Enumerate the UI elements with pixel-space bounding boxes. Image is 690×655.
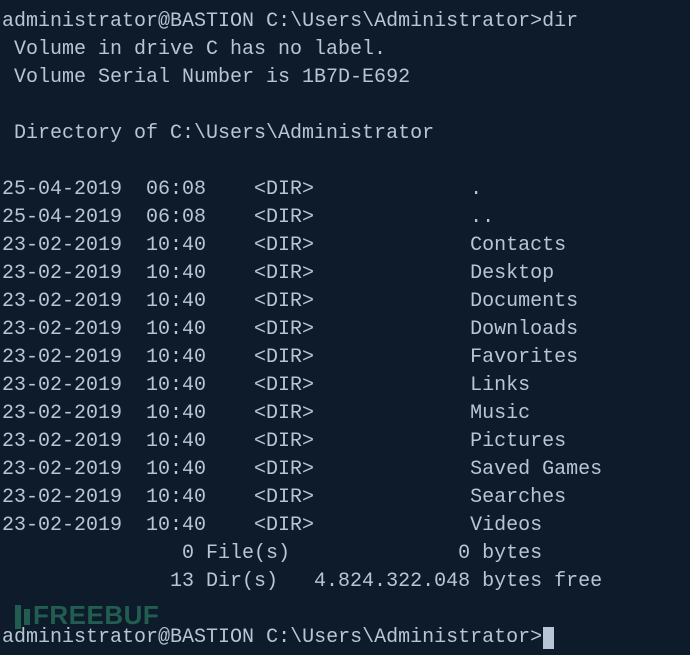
directory-of-line: Directory of C:\Users\Administrator [2, 120, 688, 148]
prompt-user-host: administrator@BASTION [2, 626, 254, 649]
dir-entry-row: 23-02-2019 10:40 <DIR> Desktop [2, 260, 688, 288]
prompt-separator: > [530, 626, 542, 649]
dir-entry-row: 25-04-2019 06:08 <DIR> .. [2, 204, 688, 232]
blank-line [2, 92, 688, 120]
prompt-user-host: administrator@BASTION [2, 10, 254, 33]
terminal-output[interactable]: administrator@BASTION C:\Users\Administr… [2, 8, 688, 652]
volume-serial-line: Volume Serial Number is 1B7D-E692 [2, 64, 688, 92]
cursor-icon [543, 627, 554, 649]
summary-files-line: 0 File(s) 0 bytes [2, 540, 688, 568]
blank-line [2, 148, 688, 176]
blank-line [2, 596, 688, 624]
dir-entry-row: 23-02-2019 10:40 <DIR> Contacts [2, 232, 688, 260]
volume-label-line: Volume in drive C has no label. [2, 36, 688, 64]
prompt-line: administrator@BASTION C:\Users\Administr… [2, 8, 688, 36]
dir-entry-row: 25-04-2019 06:08 <DIR> . [2, 176, 688, 204]
dir-entry-row: 23-02-2019 10:40 <DIR> Music [2, 400, 688, 428]
dir-entry-row: 23-02-2019 10:40 <DIR> Videos [2, 512, 688, 540]
dir-entry-row: 23-02-2019 10:40 <DIR> Searches [2, 484, 688, 512]
dir-entry-row: 23-02-2019 10:40 <DIR> Saved Games [2, 456, 688, 484]
prompt-line-awaiting[interactable]: administrator@BASTION C:\Users\Administr… [2, 624, 688, 652]
summary-dirs-line: 13 Dir(s) 4.824.322.048 bytes free [2, 568, 688, 596]
dir-entry-row: 23-02-2019 10:40 <DIR> Links [2, 372, 688, 400]
command-text: dir [542, 10, 578, 33]
dir-entry-row: 23-02-2019 10:40 <DIR> Downloads [2, 316, 688, 344]
dir-entry-row: 23-02-2019 10:40 <DIR> Documents [2, 288, 688, 316]
dir-entry-row: 23-02-2019 10:40 <DIR> Pictures [2, 428, 688, 456]
prompt-path: C:\Users\Administrator [266, 10, 530, 33]
dir-entry-row: 23-02-2019 10:40 <DIR> Favorites [2, 344, 688, 372]
prompt-separator: > [530, 10, 542, 33]
prompt-path: C:\Users\Administrator [266, 626, 530, 649]
